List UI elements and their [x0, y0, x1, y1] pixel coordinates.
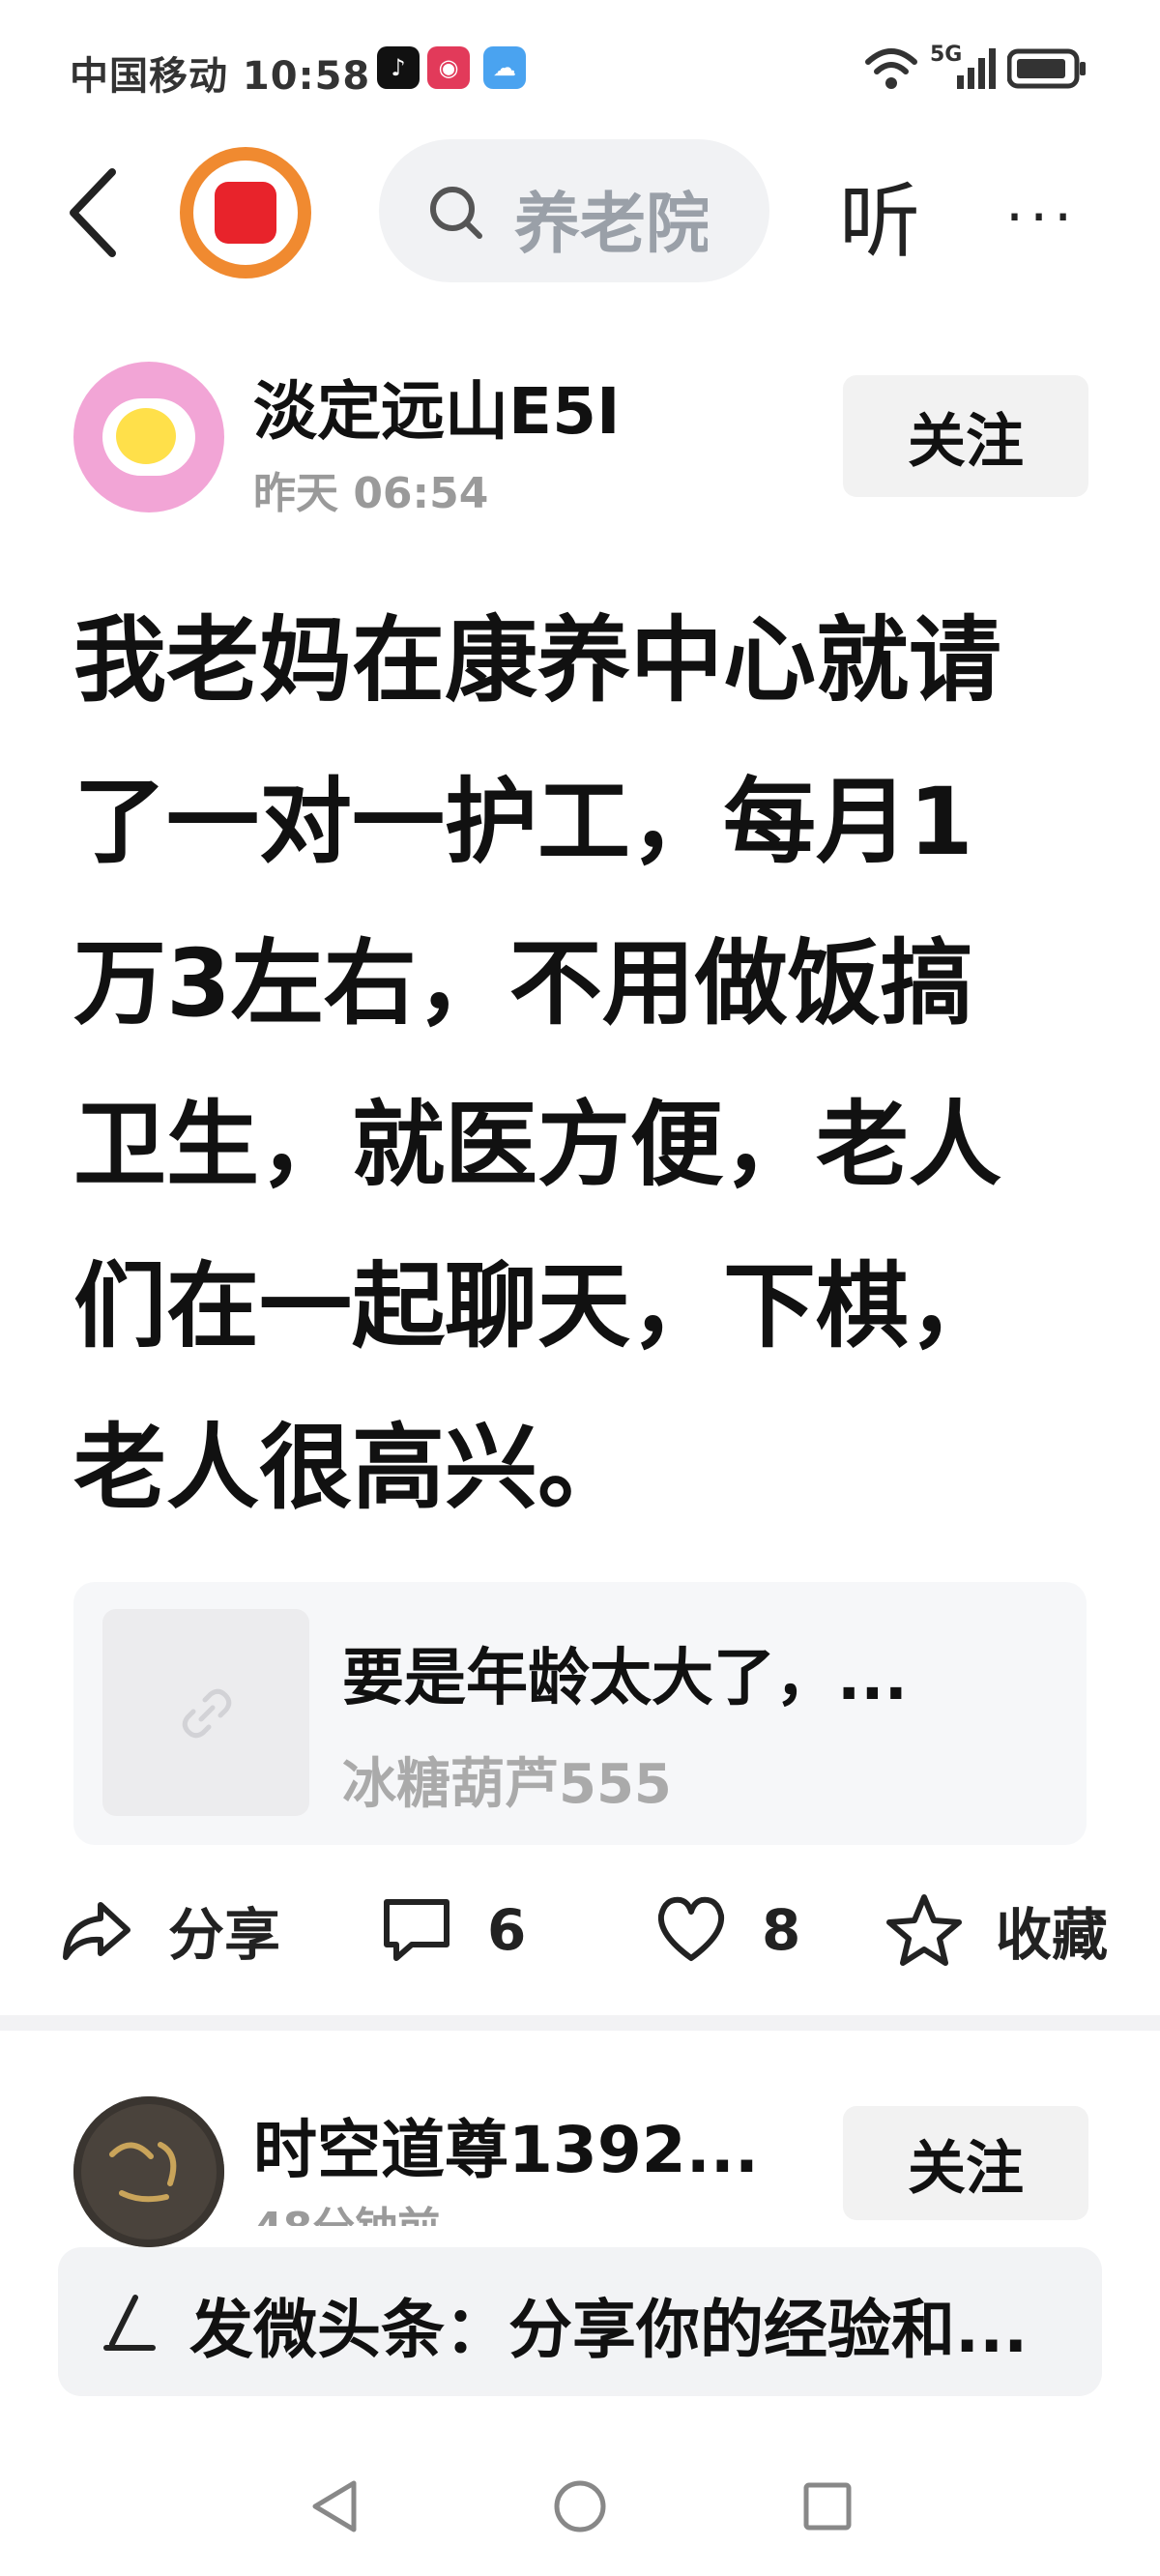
wifi-icon: [865, 48, 917, 89]
post-time: 昨天 06:54: [253, 469, 489, 518]
compose-prompt[interactable]: 发微头条：分享你的经验和...: [189, 2278, 1028, 2371]
search-input[interactable]: 养老院: [514, 170, 708, 257]
comment-count: 6: [487, 1897, 527, 1963]
share-button[interactable]: 分享: [58, 1882, 280, 1978]
share-icon: [63, 1902, 130, 1960]
post-line: 老人很高兴。: [73, 1414, 630, 1522]
next-post-avatar[interactable]: [73, 2096, 224, 2247]
post-line: 万3左右，不用做饭搞: [73, 929, 973, 1038]
heart-icon: [657, 1896, 725, 1961]
notification-app-icon: ◉: [427, 46, 470, 89]
post-line: 卫生，就医方便，老人: [73, 1091, 1001, 1199]
back-arrow-icon[interactable]: [62, 164, 130, 261]
nav-home-icon[interactable]: [549, 2475, 611, 2537]
quoted-post-author: 冰糖葫芦555: [342, 1753, 672, 1816]
search-icon: [430, 187, 482, 239]
link-icon: [182, 1688, 232, 1739]
feed-divider: [0, 2015, 1160, 2031]
pen-icon: [103, 2295, 156, 2351]
tiktok-app-icon: ♪: [377, 46, 420, 89]
next-post-time: 48分钟前: [253, 2193, 440, 2226]
star-icon: [886, 1894, 962, 1966]
app-logo[interactable]: [180, 147, 311, 278]
post-body[interactable]: 我老妈在康养中心就请 了一对一护工，每月1 万3左右，不用做饭搞 卫生，就医方便…: [73, 580, 1098, 1549]
battery-icon: [1007, 48, 1086, 89]
favorite-label: 收藏: [996, 1902, 1109, 1968]
like-button[interactable]: 8: [653, 1882, 800, 1978]
next-post-author[interactable]: 时空道尊1392...: [253, 2098, 759, 2191]
author-name[interactable]: 淡定远山E5I: [253, 360, 621, 453]
nav-recents-icon[interactable]: [798, 2475, 856, 2537]
comment-icon: [384, 1899, 450, 1961]
post-line: 我老妈在康养中心就请: [73, 606, 1001, 715]
listen-button[interactable]: 听: [839, 157, 920, 274]
calligraphy-avatar-image: [73, 2096, 224, 2247]
quoted-post-title: 要是年龄太大了，...: [342, 1643, 908, 1714]
comment-button[interactable]: 6: [379, 1882, 526, 1978]
nav-back-icon[interactable]: [307, 2475, 362, 2537]
favorite-button[interactable]: 收藏: [885, 1882, 1108, 1978]
like-count: 8: [762, 1897, 801, 1963]
post-line: 了一对一护工，每月1: [73, 768, 973, 876]
more-menu-button[interactable]: ···: [1005, 184, 1078, 251]
signal-icon: [957, 48, 996, 89]
author-avatar[interactable]: [73, 362, 224, 512]
next-post-follow-button[interactable]: 关注: [843, 2106, 1088, 2220]
follow-button[interactable]: 关注: [843, 375, 1088, 497]
share-label: 分享: [168, 1902, 281, 1968]
carrier-time: 中国移动 10:58: [70, 54, 371, 99]
weather-app-icon: ☁: [483, 46, 526, 89]
post-line: 们在一起聊天，下棋，: [73, 1252, 1001, 1361]
